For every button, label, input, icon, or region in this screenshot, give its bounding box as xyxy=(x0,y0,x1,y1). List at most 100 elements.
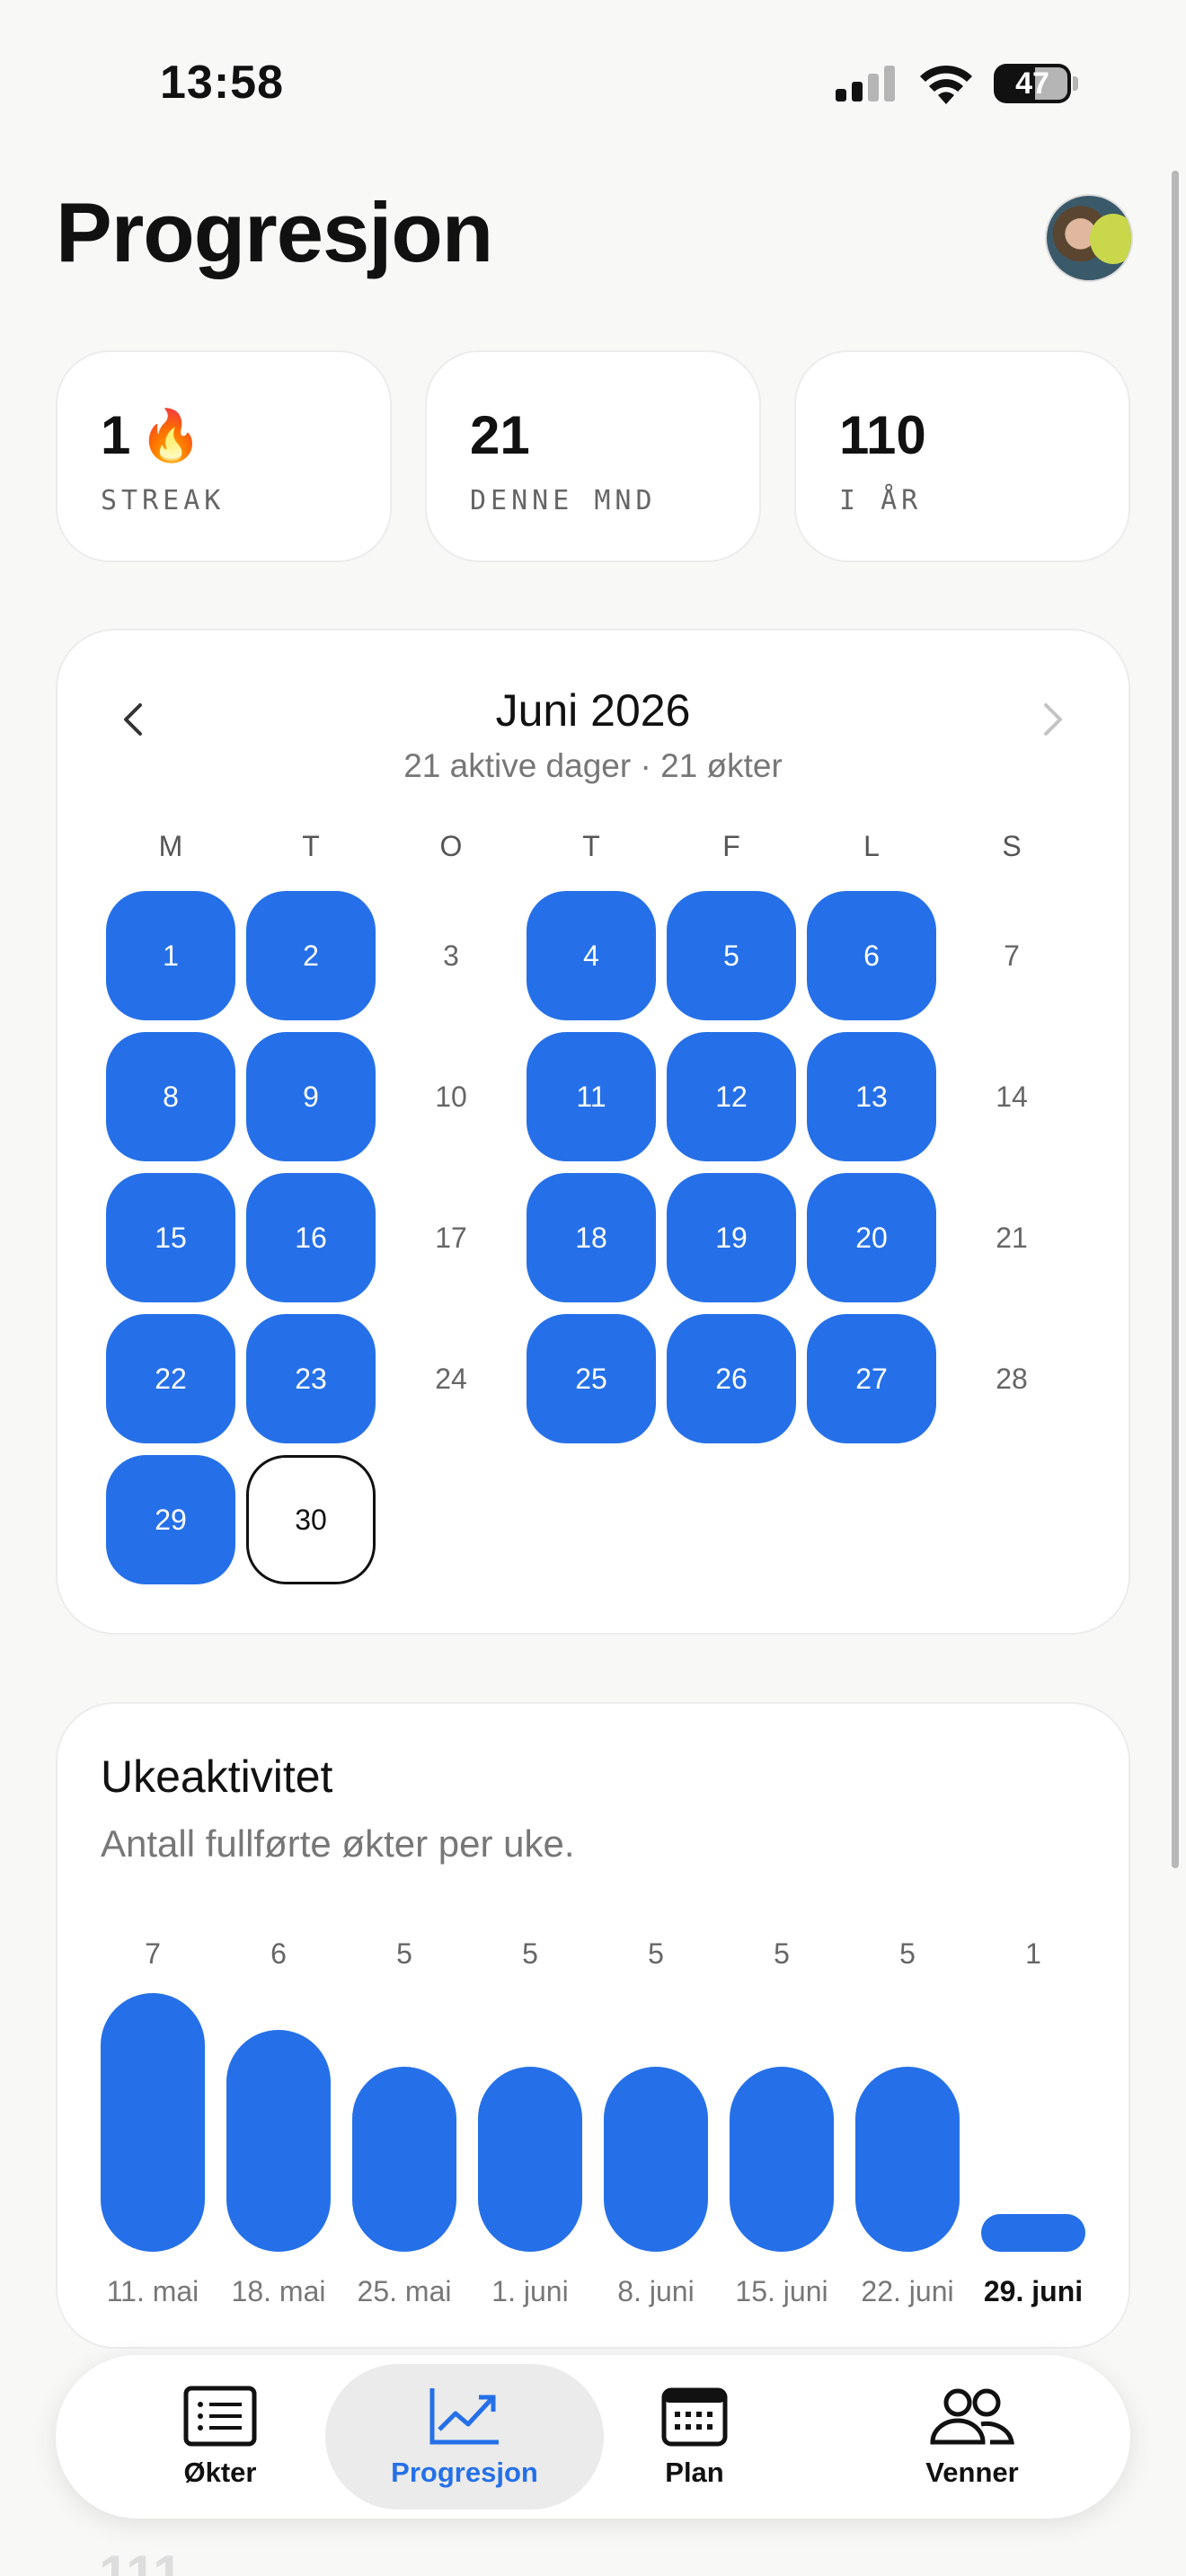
calendar-day[interactable]: 30 xyxy=(246,1455,376,1584)
tab-label: Plan xyxy=(665,2457,724,2488)
weekly-bar xyxy=(101,1993,205,2252)
calendar-icon xyxy=(661,2387,728,2447)
signal-icon xyxy=(836,66,895,101)
calendar-day[interactable]: 10 xyxy=(386,1032,516,1161)
bar-value-label: 7 xyxy=(145,1937,161,1970)
weekly-bar xyxy=(981,2214,1085,2252)
stat-card-month: 21 DENNE MND xyxy=(425,350,761,562)
bar-category-label: 22. juni xyxy=(861,2275,954,2307)
tab-label: Progresjon xyxy=(391,2457,538,2488)
tab-okter[interactable]: Økter xyxy=(81,2364,359,2510)
calendar-day[interactable]: 15 xyxy=(106,1173,235,1302)
calendar-day[interactable]: 20 xyxy=(807,1173,936,1302)
scrollbar[interactable] xyxy=(1172,171,1179,1868)
battery-icon: 47 xyxy=(994,64,1071,103)
bar-value-label: 5 xyxy=(774,1937,790,1970)
flame-icon: 🔥 xyxy=(139,406,203,463)
avatar[interactable] xyxy=(1045,194,1133,282)
calendar-day[interactable]: 9 xyxy=(246,1032,376,1161)
tab-bar: Økter Progresjon Plan Venner xyxy=(56,2355,1130,2519)
calendar-day[interactable]: 14 xyxy=(947,1032,1076,1161)
calendar-day[interactable]: 13 xyxy=(807,1032,936,1161)
page-title: Progresjon xyxy=(56,185,493,279)
weekly-bar xyxy=(226,2030,331,2252)
calendar-day[interactable]: 4 xyxy=(527,891,656,1020)
bar-value-label: 5 xyxy=(522,1937,538,1970)
calendar-day[interactable]: 25 xyxy=(527,1314,656,1443)
calendar-day[interactable]: 16 xyxy=(246,1173,376,1302)
peek-content: 111 xyxy=(99,2545,183,2576)
weekly-activity-card: Ukeaktivitet Antall fullførte økter per … xyxy=(56,1702,1130,2349)
stat-value: 21 xyxy=(470,405,530,465)
weekly-bar xyxy=(730,2067,834,2252)
calendar-day[interactable]: 5 xyxy=(667,891,796,1020)
calendar-day[interactable]: 17 xyxy=(386,1173,516,1302)
weekly-bar xyxy=(478,2067,582,2252)
calendar-day[interactable]: 11 xyxy=(527,1032,656,1161)
calendar-month: Juni 2026 xyxy=(495,685,691,736)
weekly-bar xyxy=(352,2067,456,2252)
calendar-day[interactable]: 19 xyxy=(667,1173,796,1302)
bar-value-label: 5 xyxy=(648,1937,664,1970)
weekday-label: L xyxy=(863,830,880,862)
weekday-label: S xyxy=(1002,830,1022,862)
weekly-bar xyxy=(855,2067,960,2252)
calendar-card: Juni 2026 21 aktive dager · 21 økter M T O… xyxy=(56,629,1130,1635)
stat-label: DENNE MND xyxy=(470,485,657,516)
bar-value-label: 6 xyxy=(270,1937,287,1970)
bar-category-label: 8. juni xyxy=(617,2275,695,2307)
calendar-day[interactable]: 1 xyxy=(106,891,235,1020)
weekly-title: Ukeaktivitet xyxy=(101,1751,333,1802)
screen: 13:58 47 Progresjon 1 🔥 STREAK 21 DENNE … xyxy=(0,0,1186,2576)
calendar-day[interactable]: 2 xyxy=(246,891,376,1020)
calendar-day[interactable]: 12 xyxy=(667,1032,796,1161)
bar-category-label: 1. juni xyxy=(491,2275,569,2307)
weekday-label: M xyxy=(158,830,183,862)
weekday-label: O xyxy=(439,830,463,862)
weekday-label: T xyxy=(582,830,600,862)
tab-label: Venner xyxy=(925,2457,1019,2488)
stat-value: 110 xyxy=(839,405,926,465)
calendar-day[interactable]: 23 xyxy=(246,1314,376,1443)
bar-category-label: 25. mai xyxy=(357,2275,452,2307)
calendar-day[interactable]: 24 xyxy=(386,1314,516,1443)
stat-label: STREAK xyxy=(101,485,226,516)
stat-card-year: 110 I ÅR xyxy=(794,350,1130,562)
battery-level: 47 xyxy=(1015,66,1049,101)
bar-value-label: 5 xyxy=(396,1937,412,1970)
tab-venner[interactable]: Venner xyxy=(837,2364,1107,2510)
weekday-label: F xyxy=(722,830,740,862)
wifi-icon xyxy=(920,65,972,104)
chevron-right-icon[interactable] xyxy=(1026,695,1080,749)
weekday-label: T xyxy=(302,830,320,862)
tab-plan[interactable]: Plan xyxy=(587,2364,802,2510)
status-icons: 47 xyxy=(836,63,1078,104)
battery-indicator: 47 xyxy=(994,64,1078,103)
calendar-day[interactable]: 8 xyxy=(106,1032,235,1161)
calendar-day[interactable]: 18 xyxy=(527,1173,656,1302)
tab-label: Økter xyxy=(183,2457,257,2488)
list-icon xyxy=(183,2386,257,2447)
stat-label: I ÅR xyxy=(839,485,923,516)
bar-category-label: 29. juni xyxy=(983,2275,1084,2307)
calendar-day[interactable]: 6 xyxy=(807,891,936,1020)
calendar-day[interactable]: 28 xyxy=(947,1314,1076,1443)
friends-icon xyxy=(930,2388,1014,2445)
status-time: 13:58 xyxy=(160,57,284,109)
tab-progresjon[interactable]: Progresjon xyxy=(325,2364,604,2510)
calendar-day[interactable]: 7 xyxy=(947,891,1076,1020)
calendar-summary: 21 aktive dager · 21 økter xyxy=(403,747,783,784)
weekly-bar xyxy=(604,2067,708,2252)
weekly-subtitle: Antall fullførte økter per uke. xyxy=(101,1822,575,1865)
bar-value-label: 1 xyxy=(1025,1937,1041,1970)
calendar-day[interactable]: 3 xyxy=(386,891,516,1020)
bar-value-label: 5 xyxy=(899,1937,916,1970)
calendar-day[interactable]: 26 xyxy=(667,1314,796,1443)
bar-category-label: 15. juni xyxy=(735,2275,828,2307)
calendar-day[interactable]: 21 xyxy=(947,1173,1076,1302)
chart-trend-icon xyxy=(429,2388,499,2445)
stat-card-streak: 1 🔥 STREAK xyxy=(56,350,392,562)
calendar-day[interactable]: 29 xyxy=(106,1455,235,1584)
calendar-day[interactable]: 22 xyxy=(106,1314,235,1443)
calendar-day[interactable]: 27 xyxy=(807,1314,936,1443)
